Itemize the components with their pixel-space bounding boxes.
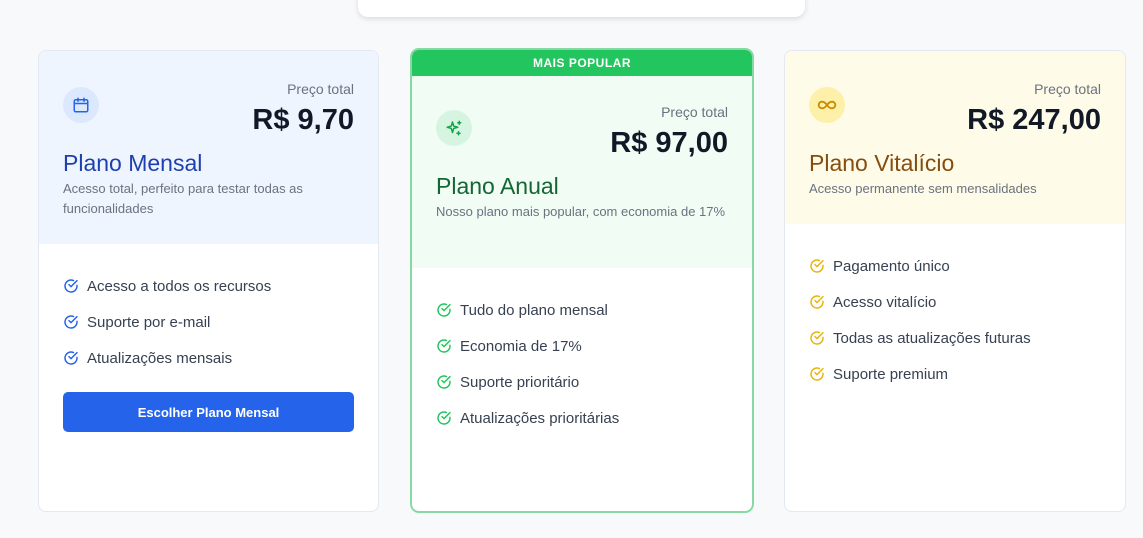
feature-item: Economia de 17% — [436, 328, 728, 364]
popular-badge: MAIS POPULAR — [412, 50, 752, 76]
plan-card-vitalicio: Preço total R$ 247,00 Plano Vitalício Ac… — [784, 50, 1126, 512]
check-circle-icon — [437, 303, 451, 317]
check-circle-icon — [64, 279, 78, 293]
price-block: Preço total R$ 247,00 — [967, 81, 1101, 137]
plan-description: Acesso permanente sem mensalidades — [809, 181, 1037, 196]
feature-item: Suporte premium — [809, 356, 1101, 392]
feature-item: Acesso vitalício — [809, 284, 1101, 320]
plan-title: Plano Vitalício — [809, 150, 955, 176]
check-circle-icon — [810, 367, 824, 381]
plan-card-mensal: Preço total R$ 9,70 Plano Mensal Acesso … — [38, 50, 379, 512]
plan-description: Nosso plano mais popular, com economia d… — [436, 204, 726, 219]
feature-list: Acesso a todos os recursos Suporte por e… — [39, 244, 378, 376]
price-value: R$ 9,70 — [252, 104, 354, 136]
plan-header: Preço total R$ 9,70 Plano Mensal Acesso … — [39, 51, 378, 244]
feature-item: Suporte prioritário — [436, 364, 728, 400]
feature-item: Atualizações mensais — [63, 340, 354, 376]
feature-label: Economia de 17% — [460, 337, 582, 355]
check-circle-icon — [437, 411, 451, 425]
plan-title: Plano Mensal — [63, 150, 203, 176]
feature-label: Atualizações prioritárias — [460, 409, 620, 427]
sparkles-icon — [436, 110, 472, 146]
check-circle-icon — [810, 331, 824, 345]
feature-label: Suporte premium — [833, 365, 949, 383]
price-value: R$ 247,00 — [967, 104, 1101, 136]
check-circle-icon — [810, 295, 824, 309]
feature-item: Acesso a todos os recursos — [63, 268, 354, 304]
plan-description: Acesso total, perfeito para testar todas… — [63, 181, 303, 216]
price-label: Preço total — [287, 81, 354, 97]
check-circle-icon — [810, 259, 824, 273]
plan-card-anual: MAIS POPULAR Preço total R$ 97,00 Plano … — [410, 48, 754, 513]
feature-label: Tudo do plano mensal — [460, 301, 608, 319]
price-value: R$ 97,00 — [610, 127, 728, 159]
feature-label: Acesso vitalício — [833, 293, 937, 311]
price-label: Preço total — [1034, 81, 1101, 97]
feature-item: Tudo do plano mensal — [436, 292, 728, 328]
top-panel-edge — [358, 0, 805, 17]
feature-item: Suporte por e-mail — [63, 304, 354, 340]
check-circle-icon — [437, 339, 451, 353]
choose-plan-mensal-button[interactable]: Escolher Plano Mensal — [63, 392, 354, 432]
plan-title: Plano Anual — [436, 173, 559, 199]
check-circle-icon — [437, 375, 451, 389]
check-circle-icon — [64, 351, 78, 365]
check-circle-icon — [64, 315, 78, 329]
calendar-icon — [63, 87, 99, 123]
feature-label: Todas as atualizações futuras — [833, 329, 1031, 347]
feature-label: Suporte prioritário — [460, 373, 580, 391]
price-block: Preço total R$ 9,70 — [252, 81, 354, 137]
feature-label: Pagamento único — [833, 257, 950, 275]
infinity-icon — [809, 87, 845, 123]
feature-item: Todas as atualizações futuras — [809, 320, 1101, 356]
feature-label: Suporte por e-mail — [87, 313, 211, 331]
feature-list: Tudo do plano mensal Economia de 17% Sup… — [412, 268, 752, 436]
plan-header: Preço total R$ 97,00 Plano Anual Nosso p… — [412, 76, 752, 268]
feature-item: Atualizações prioritárias — [436, 400, 728, 436]
feature-label: Acesso a todos os recursos — [87, 277, 272, 295]
plan-header: Preço total R$ 247,00 Plano Vitalício Ac… — [785, 51, 1125, 224]
price-label: Preço total — [661, 104, 728, 120]
feature-label: Atualizações mensais — [87, 349, 233, 367]
feature-item: Pagamento único — [809, 248, 1101, 284]
price-block: Preço total R$ 97,00 — [610, 104, 728, 160]
feature-list: Pagamento único Acesso vitalício Todas a… — [785, 224, 1125, 392]
